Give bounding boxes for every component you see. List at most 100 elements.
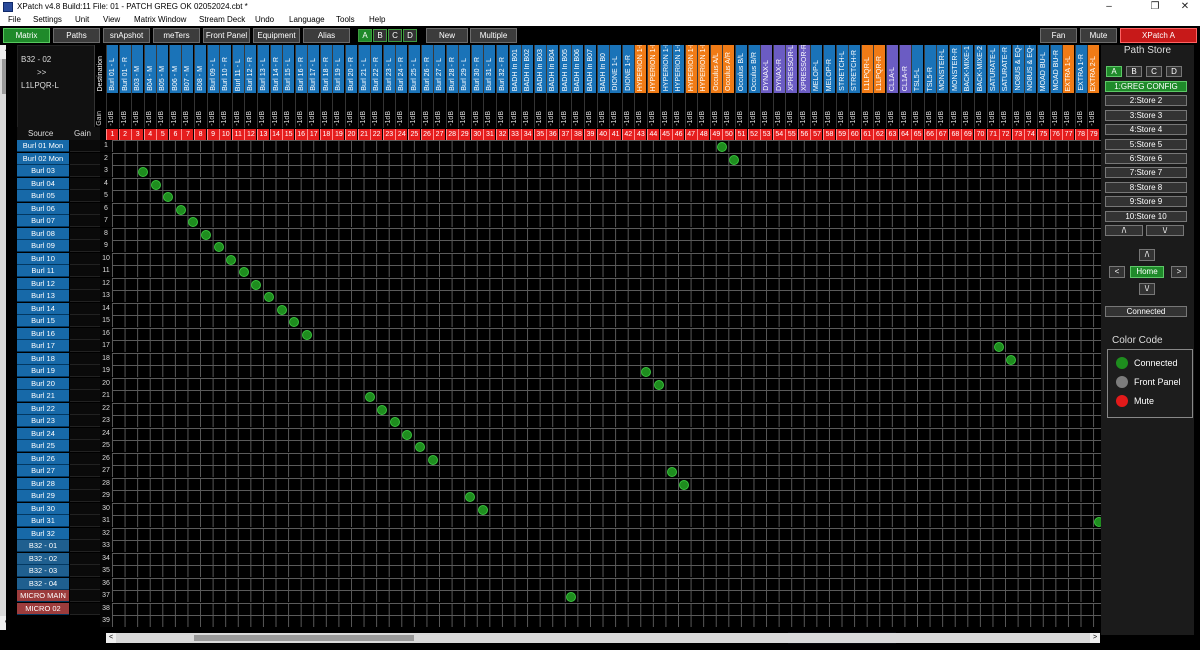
menu-view[interactable]: View xyxy=(103,14,120,26)
column-header[interactable]: BADH In B02 xyxy=(521,45,533,93)
new-button[interactable]: New xyxy=(426,28,468,43)
column-gain[interactable]: -1dB xyxy=(899,93,911,128)
column-gain[interactable]: -1dB xyxy=(609,93,621,128)
column-gain[interactable]: -1dB xyxy=(949,93,961,128)
column-gain[interactable]: -1dB xyxy=(911,93,923,128)
column-gain[interactable]: -1dB xyxy=(685,93,697,128)
source-gain[interactable] xyxy=(70,303,100,315)
xpatch-button[interactable]: XPatch A xyxy=(1120,28,1197,43)
tab-equipment[interactable]: Equipment xyxy=(253,28,300,43)
source-button[interactable]: Burl 18 xyxy=(17,353,69,365)
column-header[interactable]: L1LPQR-L xyxy=(861,45,873,93)
path-store-item[interactable]: 6:Store 6 xyxy=(1105,153,1187,164)
column-header[interactable]: BADH In B0 xyxy=(597,45,609,93)
source-gain[interactable] xyxy=(70,603,100,615)
source-gain[interactable] xyxy=(70,353,100,365)
column-gain[interactable]: -1dB xyxy=(710,93,722,128)
source-button[interactable]: Burl 23 xyxy=(17,415,69,427)
nav-down-button[interactable]: \/ xyxy=(1139,283,1155,295)
matrix-row-cells[interactable] xyxy=(112,315,1107,327)
source-button[interactable]: MICRO 02 xyxy=(17,603,69,615)
path-store-d-button[interactable]: D xyxy=(1166,66,1182,77)
source-gain[interactable] xyxy=(70,540,100,552)
column-gain[interactable]: -1dB xyxy=(320,93,332,128)
source-button[interactable]: Burl 05 xyxy=(17,190,69,202)
menu-tools[interactable]: Tools xyxy=(336,14,355,26)
tab-meters[interactable]: meTers xyxy=(153,28,200,43)
column-header[interactable]: BADH In B05 xyxy=(559,45,571,93)
column-gain[interactable]: -1dB xyxy=(634,93,646,128)
column-header[interactable]: XPRESSOR-R xyxy=(798,45,810,93)
column-header[interactable]: STRETCH-R xyxy=(848,45,860,93)
matrix-row-cells[interactable] xyxy=(112,353,1107,365)
column-gain[interactable]: -1dB xyxy=(458,93,470,128)
column-header[interactable]: B05 - M xyxy=(156,45,168,93)
column-gain[interactable]: -1dB xyxy=(924,93,936,128)
source-gain[interactable] xyxy=(70,178,100,190)
column-gain[interactable]: -1dB xyxy=(270,93,282,128)
menu-settings[interactable]: Settings xyxy=(33,14,62,26)
source-button[interactable]: Burl 16 xyxy=(17,328,69,340)
column-gain[interactable]: -1dB xyxy=(471,93,483,128)
connection-dot[interactable] xyxy=(302,330,312,340)
column-header[interactable]: DIONE 1-R xyxy=(622,45,634,93)
column-header[interactable]: EXTRA 1-R xyxy=(1075,45,1087,93)
column-gain[interactable]: -1dB xyxy=(672,93,684,128)
column-gain[interactable]: -1dB xyxy=(773,93,785,128)
source-gain[interactable] xyxy=(70,553,100,565)
path-store-item[interactable]: 1:GREG CONFIG xyxy=(1105,81,1187,92)
column-gain[interactable]: -1dB xyxy=(974,93,986,128)
column-gain[interactable]: -1dB xyxy=(760,93,772,128)
column-gain[interactable]: -1dB xyxy=(282,93,294,128)
source-gain[interactable] xyxy=(70,590,100,602)
column-gain[interactable]: -1dB xyxy=(1037,93,1049,128)
source-button[interactable]: Burl 15 xyxy=(17,315,69,327)
stores-up-button[interactable]: /\ xyxy=(1105,225,1143,236)
column-gain[interactable]: -1dB xyxy=(370,93,382,128)
matrix-row-cells[interactable] xyxy=(112,228,1107,240)
matrix-row-cells[interactable] xyxy=(112,615,1107,627)
connection-dot[interactable] xyxy=(151,180,161,190)
source-gain[interactable] xyxy=(70,290,100,302)
column-header[interactable]: B04 - M xyxy=(144,45,156,93)
source-button[interactable]: Burl 27 xyxy=(17,465,69,477)
source-gain[interactable] xyxy=(70,565,100,577)
column-header[interactable]: XPRESSOR-L xyxy=(785,45,797,93)
column-header[interactable]: Burl 28 - R xyxy=(446,45,458,93)
column-gain[interactable]: -1dB xyxy=(1087,93,1099,128)
connection-dot[interactable] xyxy=(226,255,236,265)
path-store-a-button[interactable]: A xyxy=(1106,66,1122,77)
column-gain[interactable]: -1dB xyxy=(345,93,357,128)
matrix-row-cells[interactable] xyxy=(112,365,1107,377)
column-header[interactable]: HYPERION 1-L xyxy=(634,45,646,93)
column-gain[interactable]: -1dB xyxy=(936,93,948,128)
column-header[interactable]: TSL5-R xyxy=(924,45,936,93)
column-header[interactable]: Burl 10 - R xyxy=(219,45,231,93)
source-gain[interactable] xyxy=(70,515,100,527)
column-gain[interactable]: -1dB xyxy=(697,93,709,128)
connection-dot[interactable] xyxy=(377,405,387,415)
column-gain[interactable]: -1dB xyxy=(798,93,810,128)
path-store-item[interactable]: 7:Store 7 xyxy=(1105,167,1187,178)
column-gain[interactable]: -1dB xyxy=(873,93,885,128)
column-header[interactable]: Burl 14 - R xyxy=(270,45,282,93)
column-gain[interactable]: -1dB xyxy=(823,93,835,128)
column-gain[interactable]: -1dB xyxy=(1062,93,1074,128)
source-button[interactable]: Burl 06 xyxy=(17,203,69,215)
menu-stream-deck[interactable]: Stream Deck xyxy=(199,14,245,26)
column-gain[interactable]: -1dB xyxy=(961,93,973,128)
column-gain[interactable]: -1dB xyxy=(559,93,571,128)
matrix-row-cells[interactable] xyxy=(112,590,1107,602)
source-button[interactable]: Burl 25 xyxy=(17,440,69,452)
column-header[interactable]: Burl 19 - L xyxy=(332,45,344,93)
column-header[interactable]: Burl 26 - R xyxy=(421,45,433,93)
matrix-row-cells[interactable] xyxy=(112,265,1107,277)
column-header[interactable]: MONSTER-R xyxy=(949,45,961,93)
matrix-row-cells[interactable] xyxy=(112,578,1107,590)
matrix-row-cells[interactable] xyxy=(112,415,1107,427)
column-header[interactable]: Burl 23 - L xyxy=(383,45,395,93)
connection-dot[interactable] xyxy=(201,230,211,240)
column-gain[interactable]: -1dB xyxy=(446,93,458,128)
column-gain[interactable]: -1dB xyxy=(194,93,206,128)
column-gain[interactable]: -1dB xyxy=(244,93,256,128)
